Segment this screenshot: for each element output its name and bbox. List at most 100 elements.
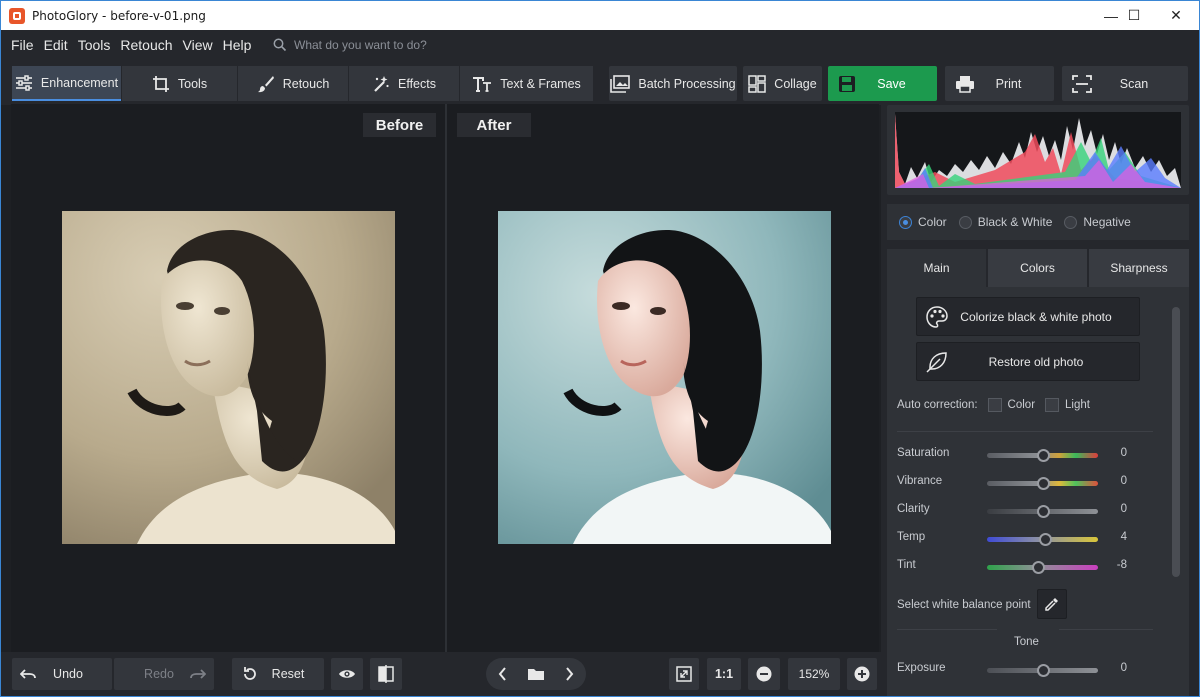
split-view-icon bbox=[378, 665, 394, 683]
exposure-label: Exposure bbox=[897, 662, 946, 674]
print-button[interactable]: Print bbox=[945, 66, 1054, 101]
auto-color-checkbox[interactable] bbox=[987, 398, 1002, 412]
slider-label: Clarity bbox=[897, 503, 930, 515]
printer-icon bbox=[956, 75, 974, 93]
sliders-icon bbox=[15, 74, 32, 91]
tab-enhancement-label: Enhancement bbox=[40, 75, 119, 90]
main-settings: Colorize black & white photo Restore old… bbox=[887, 287, 1189, 696]
collage-button[interactable]: Collage bbox=[743, 66, 822, 101]
scan-icon bbox=[1072, 74, 1092, 93]
brush-icon bbox=[257, 75, 274, 92]
tab-text-frames[interactable]: Text & Frames bbox=[460, 66, 593, 101]
split-divider[interactable] bbox=[445, 104, 447, 652]
slider-knob[interactable] bbox=[1036, 449, 1050, 462]
redo-label: Redo bbox=[144, 667, 174, 681]
maximize-button[interactable]: ☐ bbox=[1111, 1, 1157, 30]
slider-label: Saturation bbox=[897, 447, 950, 459]
auto-light-checkbox[interactable] bbox=[1045, 398, 1060, 412]
slider-label: Temp bbox=[897, 531, 926, 543]
menu-retouch[interactable]: Retouch bbox=[120, 37, 172, 53]
radio-color[interactable] bbox=[899, 215, 912, 229]
crop-icon bbox=[152, 75, 169, 92]
before-photo bbox=[62, 211, 395, 544]
folder-icon[interactable] bbox=[527, 667, 545, 681]
exposure-knob[interactable] bbox=[1036, 664, 1050, 677]
separator bbox=[897, 431, 1153, 432]
redo-button[interactable]: Redo bbox=[114, 658, 214, 690]
batch-processing-button[interactable]: Batch Processing bbox=[609, 66, 737, 101]
menu-edit[interactable]: Edit bbox=[44, 37, 68, 53]
slider-value: -8 bbox=[1116, 559, 1127, 571]
eyedropper-icon bbox=[1045, 598, 1058, 611]
search-input[interactable]: What do you want to do? bbox=[273, 35, 427, 55]
eyedropper-button[interactable] bbox=[1037, 589, 1067, 619]
chevron-left-icon[interactable] bbox=[498, 667, 508, 681]
close-button[interactable]: ✕ bbox=[1153, 1, 1199, 30]
maximize-icon: ☐ bbox=[1127, 7, 1141, 23]
palette-icon bbox=[926, 305, 948, 328]
save-button[interactable]: Save bbox=[828, 66, 937, 101]
tab-main[interactable]: Main bbox=[887, 249, 986, 287]
tab-tools[interactable]: Tools bbox=[122, 66, 237, 101]
undo-button[interactable]: Undo bbox=[12, 658, 112, 690]
floppy-disk-icon bbox=[839, 75, 855, 92]
scrollbar-thumb[interactable] bbox=[1172, 307, 1180, 577]
histogram bbox=[887, 105, 1189, 195]
undo-label: Undo bbox=[53, 667, 83, 681]
app-window: PhotoGlory - before-v-01.png — ☐ ✕ File … bbox=[0, 0, 1200, 697]
reset-icon bbox=[244, 667, 256, 680]
tab-text-frames-label: Text & Frames bbox=[500, 76, 581, 91]
menu-file[interactable]: File bbox=[11, 37, 34, 53]
radio-negative[interactable] bbox=[1064, 215, 1078, 229]
main-toolbar: Enhancement Tools Retouch Effects Text &… bbox=[1, 60, 1199, 105]
images-icon bbox=[610, 74, 631, 93]
slider-knob[interactable] bbox=[1036, 477, 1050, 490]
panel-tabs: Main Colors Sharpness bbox=[887, 249, 1189, 287]
tab-sharpness[interactable]: Sharpness bbox=[1089, 249, 1189, 287]
zoom-in-button[interactable] bbox=[847, 658, 877, 690]
minus-icon bbox=[756, 666, 772, 682]
menu-tools[interactable]: Tools bbox=[78, 37, 111, 53]
batch-processing-label: Batch Processing bbox=[638, 76, 736, 91]
restore-label: Restore old photo bbox=[988, 354, 1084, 369]
fit-screen-icon bbox=[676, 666, 692, 682]
tab-effects[interactable]: Effects bbox=[349, 66, 459, 101]
auto-correction-label: Auto correction: bbox=[897, 399, 978, 411]
auto-light-label: Light bbox=[1065, 399, 1090, 411]
bottom-bar: Undo Redo Reset 1:1 152% bbox=[1, 652, 881, 696]
print-label: Print bbox=[995, 76, 1022, 91]
actual-size-button[interactable]: 1:1 bbox=[707, 658, 741, 690]
tab-enhancement[interactable]: Enhancement bbox=[12, 66, 121, 101]
tab-colors[interactable]: Colors bbox=[988, 249, 1087, 287]
preview-toggle-button[interactable] bbox=[331, 658, 363, 690]
white-balance-row: Select white balance point bbox=[897, 595, 1147, 615]
slider-knob[interactable] bbox=[1036, 505, 1050, 518]
histogram-graph bbox=[895, 114, 1181, 188]
slider-value: 0 bbox=[1120, 503, 1127, 515]
auto-correction-row: Auto correction: Color Light bbox=[897, 395, 1147, 415]
panel-scrollbar[interactable] bbox=[1169, 291, 1183, 691]
scan-button[interactable]: Scan bbox=[1062, 66, 1188, 101]
colorize-button[interactable]: Colorize black & white photo bbox=[916, 297, 1140, 336]
slider-value: 0 bbox=[1120, 475, 1127, 487]
menu-help[interactable]: Help bbox=[223, 37, 252, 53]
radio-negative-label: Negative bbox=[1083, 215, 1131, 229]
collage-icon bbox=[748, 74, 767, 93]
redo-icon bbox=[190, 669, 206, 679]
fit-to-screen-button[interactable] bbox=[669, 658, 699, 690]
chevron-right-icon[interactable] bbox=[564, 667, 574, 681]
zoom-level[interactable]: 152% bbox=[788, 658, 840, 690]
slider-knob[interactable] bbox=[1038, 533, 1052, 546]
compare-view-button[interactable] bbox=[370, 658, 402, 690]
slider-knob[interactable] bbox=[1032, 561, 1046, 574]
reset-button[interactable]: Reset bbox=[232, 658, 324, 690]
restore-button[interactable]: Restore old photo bbox=[916, 342, 1140, 381]
auto-color-label: Color bbox=[1007, 399, 1036, 411]
menu-view[interactable]: View bbox=[183, 37, 213, 53]
radio-black-white[interactable] bbox=[958, 215, 972, 229]
zoom-out-button[interactable] bbox=[748, 658, 780, 690]
collage-label: Collage bbox=[774, 76, 817, 91]
tab-retouch[interactable]: Retouch bbox=[238, 66, 348, 101]
app-logo-icon bbox=[9, 7, 25, 24]
save-label: Save bbox=[877, 76, 906, 91]
